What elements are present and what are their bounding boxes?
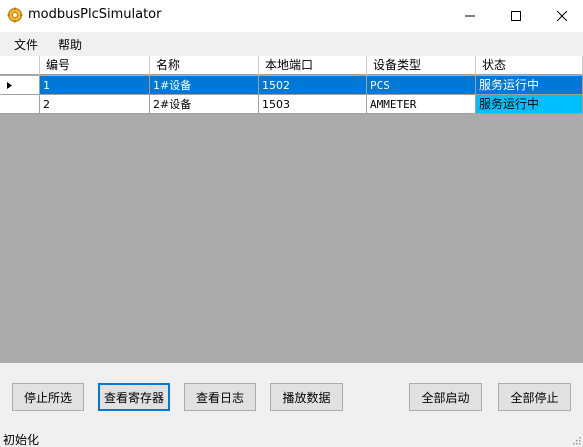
column-header-type[interactable]: 设备类型 [367,56,476,75]
triangle-right-icon [7,82,12,89]
maximize-button[interactable] [493,0,539,32]
device-grid[interactable]: 编号 名称 本地端口 设备类型 状态 1 1#设备 1502 PCS 服务运行中… [0,56,583,363]
window-title: modbusPlcSimulator [28,7,162,22]
grid-header: 编号 名称 本地端口 设备类型 状态 [0,56,583,75]
status-text: 初始化 [3,433,40,447]
close-button[interactable] [539,0,583,32]
row-header[interactable] [0,95,40,114]
playback-data-button[interactable]: 播放数据 [270,383,343,411]
cell-id[interactable]: 1 [40,76,150,95]
stop-all-button[interactable]: 全部停止 [498,383,571,411]
cell-type[interactable]: PCS [367,76,476,95]
cell-port[interactable]: 1502 [259,76,367,95]
column-header-id[interactable]: 编号 [40,56,150,75]
menu-bar: 文件 帮助 [0,32,583,55]
cell-id[interactable]: 2 [40,95,150,114]
status-bar: 初始化 [0,428,583,447]
menu-help[interactable]: 帮助 [58,36,82,53]
cell-port[interactable]: 1503 [259,95,367,114]
view-registers-button[interactable]: 查看寄存器 [98,383,170,411]
cell-name[interactable]: 1#设备 [150,76,259,95]
column-header-name[interactable]: 名称 [150,56,259,75]
view-log-button[interactable]: 查看日志 [184,383,256,411]
close-icon [557,11,567,21]
stop-selected-button[interactable]: 停止所选 [12,383,84,411]
table-row[interactable]: 2 2#设备 1503 AMMETER 服务运行中 [0,95,583,114]
cell-type[interactable]: AMMETER [367,95,476,114]
cell-status[interactable]: 服务运行中 [476,76,583,95]
table-row[interactable]: 1 1#设备 1502 PCS 服务运行中 [0,76,583,95]
title-bar: modbusPlcSimulator [0,0,583,32]
cell-status[interactable]: 服务运行中 [476,95,583,114]
column-header-status[interactable]: 状态 [476,56,583,75]
column-header-port[interactable]: 本地端口 [259,56,367,75]
row-header-corner [0,56,40,75]
minimize-icon [465,15,475,17]
app-gear-icon [7,7,23,23]
minimize-button[interactable] [447,0,493,32]
maximize-icon [511,11,521,21]
resize-grip-icon[interactable] [571,435,581,445]
row-header[interactable] [0,76,40,95]
cell-name[interactable]: 2#设备 [150,95,259,114]
start-all-button[interactable]: 全部启动 [409,383,482,411]
menu-file[interactable]: 文件 [14,36,38,53]
